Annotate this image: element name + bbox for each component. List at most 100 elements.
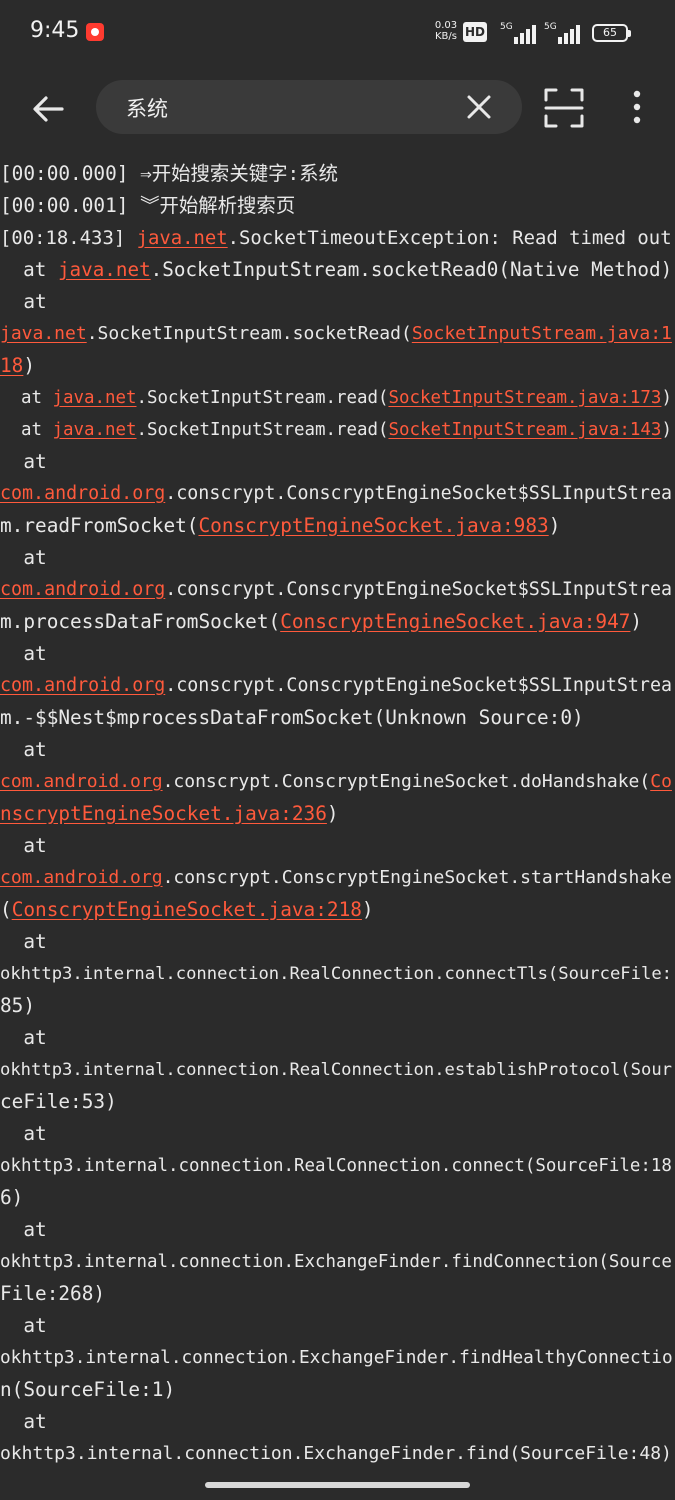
log-line: at [0,1310,47,1342]
log-line: ceFile:53) [0,1086,117,1118]
log-link[interactable]: ConscryptEngineSocket.java:983 [198,514,548,537]
log-text: ceFile:53) [0,1090,117,1113]
log-text: [00:00.001] ︾开始解析搜索页 [0,194,296,217]
log-line: 6) [0,1182,23,1214]
log-text: ) [23,354,36,377]
log-text: okhttp3.internal.connection.RealConnecti… [0,1156,672,1176]
log-text: ) [326,802,339,825]
log-text: m.processDataFromSocket( [0,610,281,633]
network-speed-unit: KB/s [435,31,457,42]
more-vertical-icon [633,90,641,124]
log-text: .SocketInputStream.read( [136,420,389,440]
log-text: .SocketInputStream.socketRead( [86,323,412,344]
scan-button[interactable] [540,84,588,132]
log-line: at [0,638,47,670]
log-text: at [0,1314,47,1337]
log-text: .SocketTimeoutException: Read timed out [227,227,672,249]
log-text: at [0,450,47,473]
log-text: ) [548,514,561,537]
log-line: com.android.org.conscrypt.ConscryptEngin… [0,766,672,798]
log-link[interactable]: java.net [0,323,87,344]
log-line: at [0,286,46,318]
log-link[interactable]: 18 [0,354,23,377]
status-bar: 9:45 0.03 KB/s HD 5G 5G 65 [0,0,675,64]
log-text: .conscrypt.ConscryptEngineSocket$SSLInpu… [165,579,672,600]
log-text: at [0,1026,47,1049]
log-link[interactable]: java.net [58,258,151,281]
log-line: com.android.org.conscrypt.ConscryptEngin… [0,670,672,702]
log-line: 85) [0,990,35,1022]
log-line: at [0,1406,46,1438]
log-text: okhttp3.internal.connection.ExchangeFind… [0,1348,673,1368]
signal-type-label: 5G [500,22,513,32]
log-text: at [0,642,47,665]
signal-type-label: 5G [544,22,557,32]
log-link[interactable]: Co [650,771,672,792]
log-line: [00:18.433] java.net.SocketTimeoutExcept… [0,222,672,254]
log-link[interactable]: com.android.org [0,483,165,504]
log-line: at [0,734,46,766]
log-line: m.processDataFromSocket(ConscryptEngineS… [0,606,642,638]
network-speed: 0.03 KB/s [432,20,460,42]
log-link[interactable]: nscryptEngineSocket.java:236 [0,802,327,825]
log-text: okhttp3.internal.connection.ExchangeFind… [0,1443,672,1464]
log-link[interactable]: com.android.org [0,867,163,888]
battery-level: 65 [603,26,617,39]
log-line: okhttp3.internal.connection.ExchangeFind… [0,1246,672,1278]
log-output: [00:00.000] ⇒开始搜索关键字:系统 [00:00.001] ︾开始解析… [0,158,675,1478]
log-link[interactable]: com.android.org [0,771,163,792]
log-text: 6) [0,1186,24,1209]
log-line: at [0,830,47,862]
log-text: .SocketInputStream.socketRead0(Native Me… [150,258,673,281]
log-text: ( [0,898,12,921]
log-text: .conscrypt.ConscryptEngineSocket.doHands… [162,771,651,792]
log-text: .conscrypt.ConscryptEngineSocket.startHa… [162,867,672,888]
search-input[interactable]: 系统 [126,93,168,123]
log-link[interactable]: com.android.org [0,675,165,696]
battery-icon: 65 [592,24,631,42]
log-text: okhttp3.internal.connection.RealConnecti… [0,964,672,984]
log-text: 85) [0,994,36,1017]
hd-voice-badge: HD [463,22,488,42]
scan-icon [544,88,584,128]
log-line: java.net.SocketInputStream.socketRead(So… [0,318,672,350]
clear-search-button[interactable] [464,92,494,122]
log-link[interactable]: SocketInputStream.java:1 [412,323,672,344]
log-text: at [0,930,47,953]
more-options-button[interactable] [620,86,654,130]
search-bar[interactable]: 系统 [96,80,522,134]
log-line: at java.net.SocketInputStream.read(Socke… [0,414,672,446]
home-indicator[interactable] [205,1482,470,1488]
signal-strength-icon: 5G [500,22,540,44]
log-link[interactable]: java.net [137,227,228,249]
log-text: at [0,834,47,857]
log-line: at [0,542,46,574]
log-link[interactable]: ConscryptEngineSocket.java:218 [12,898,362,921]
log-line: [00:00.001] ︾开始解析搜索页 [0,190,295,222]
log-text: ) [361,898,374,921]
log-link[interactable]: SocketInputStream.java:143 [388,420,661,440]
log-line: at [0,1214,47,1246]
log-text: .conscrypt.ConscryptEngineSocket$SSLInpu… [165,675,672,696]
log-line: at [0,1118,46,1150]
log-line: com.android.org.conscrypt.ConscryptEngin… [0,862,672,894]
network-speed-value: 0.03 [434,20,458,31]
log-link[interactable]: com.android.org [0,579,165,600]
log-text: .SocketInputStream.read( [136,388,389,408]
log-line: m.-$$Nest$mprocessDataFromSocket(Unknown… [0,702,584,734]
log-text: at [0,388,53,408]
log-text: File:268) [0,1282,106,1305]
back-button[interactable] [24,84,74,134]
log-line: m.readFromSocket(ConscryptEngineSocket.j… [0,510,560,542]
log-line: at [0,926,47,958]
log-line: okhttp3.internal.connection.ExchangeFind… [0,1438,672,1470]
log-text: okhttp3.internal.connection.RealConnecti… [0,1060,672,1080]
log-link[interactable]: java.net [53,388,137,408]
log-text: .conscrypt.ConscryptEngineSocket$SSLInpu… [165,483,672,504]
log-line: n(SourceFile:1) [0,1374,175,1406]
log-link[interactable]: SocketInputStream.java:173 [388,388,661,408]
log-link[interactable]: java.net [53,420,137,440]
log-text: at [0,258,58,281]
log-text: at [0,1218,47,1241]
log-link[interactable]: ConscryptEngineSocket.java:947 [280,610,630,633]
